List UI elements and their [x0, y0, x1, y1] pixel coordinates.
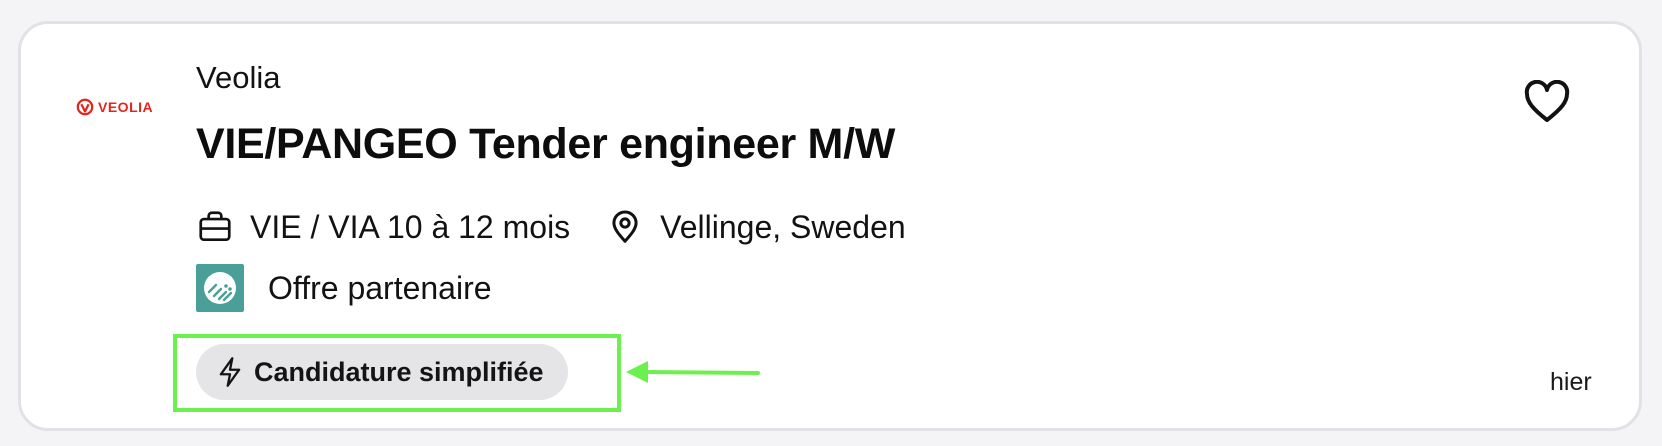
lightning-icon — [219, 357, 241, 387]
job-title[interactable]: VIE/PANGEO Tender engineer M/W — [196, 120, 895, 169]
company-logo: VEOLIA — [76, 98, 153, 116]
location-pin-icon — [612, 210, 638, 243]
partner-logo — [196, 264, 244, 312]
contract-label: VIE / VIA 10 à 12 mois — [250, 208, 571, 245]
contract-info: VIE / VIA 10 à 12 mois — [196, 208, 570, 246]
easy-apply-badge[interactable]: Candidature simplifiée — [196, 344, 568, 400]
posted-date: hier — [1550, 368, 1592, 396]
partner-offer: Offre partenaire — [196, 264, 492, 312]
job-meta: VIE / VIA 10 à 12 mois Vellinge, Sweden — [196, 208, 906, 246]
annotation-arrow-icon — [626, 361, 760, 383]
location-info: Vellinge, Sweden — [606, 208, 906, 246]
favorite-heart-icon[interactable] — [1523, 80, 1571, 124]
veolia-logo-mark — [76, 98, 94, 116]
easy-apply-label: Candidature simplifiée — [254, 356, 544, 387]
company-name: Veolia — [196, 60, 281, 95]
briefcase-icon — [199, 211, 231, 242]
logo-text: VEOLIA — [98, 99, 154, 115]
location-label: Vellinge, Sweden — [660, 208, 906, 245]
partner-logo-icon — [204, 272, 236, 304]
partner-label: Offre partenaire — [268, 269, 492, 306]
